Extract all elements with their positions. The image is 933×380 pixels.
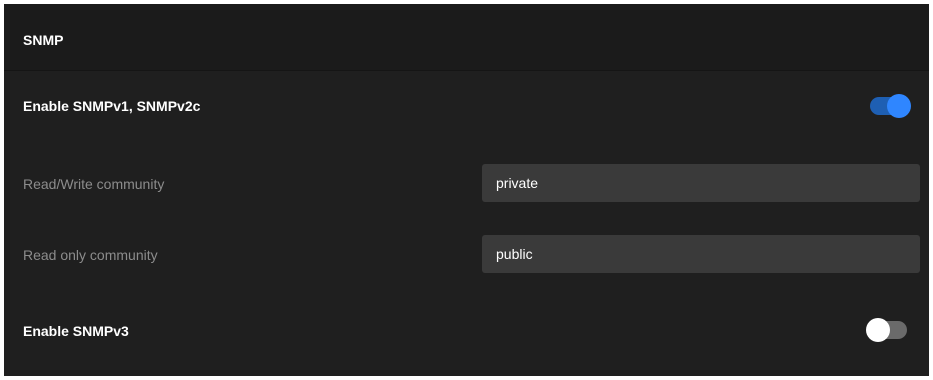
section-title: SNMP bbox=[23, 32, 64, 48]
read-write-community-input[interactable] bbox=[482, 164, 920, 202]
snmp-v1-v2c-label: Enable SNMPv1, SNMPv2c bbox=[23, 98, 201, 114]
snmp-v1-v2c-toggle[interactable] bbox=[870, 94, 911, 118]
read-only-community-label: Read only community bbox=[23, 247, 158, 263]
toggle-knob bbox=[887, 94, 911, 118]
read-write-community-label: Read/Write community bbox=[23, 176, 165, 192]
read-only-community-input[interactable] bbox=[482, 235, 920, 273]
snmp-v3-toggle[interactable] bbox=[866, 318, 907, 342]
snmp-settings-panel: SNMP Enable SNMPv1, SNMPv2c Read/Write c… bbox=[4, 4, 929, 376]
section-header: SNMP bbox=[4, 4, 929, 71]
toggle-knob bbox=[866, 318, 890, 342]
snmp-v3-label: Enable SNMPv3 bbox=[23, 323, 129, 339]
